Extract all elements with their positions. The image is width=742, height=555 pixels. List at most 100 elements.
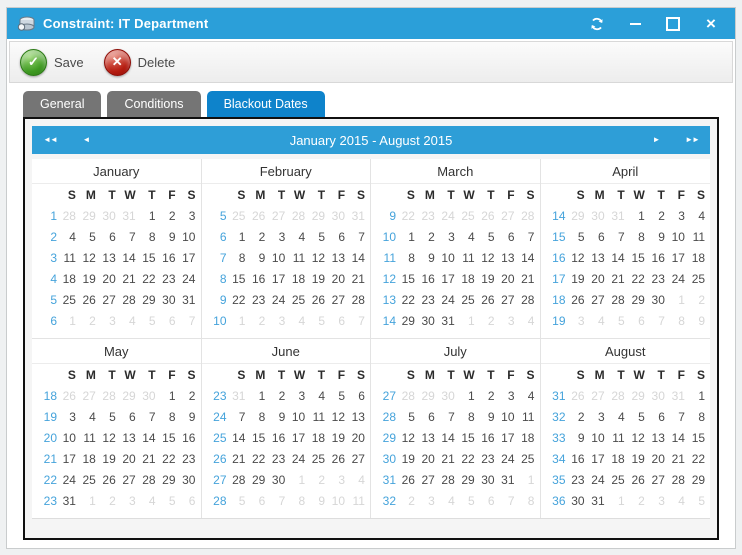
day-cell[interactable]: 6 <box>159 311 179 332</box>
day-cell[interactable]: 1 <box>458 311 478 332</box>
day-cell[interactable]: 23 <box>268 449 288 470</box>
day-cell[interactable]: 15 <box>159 428 179 449</box>
day-cell[interactable]: 28 <box>668 470 688 491</box>
day-cell[interactable]: 22 <box>398 206 418 227</box>
day-cell[interactable]: 4 <box>458 227 478 248</box>
day-cell[interactable]: 17 <box>498 428 518 449</box>
day-cell[interactable]: 4 <box>59 227 79 248</box>
day-cell[interactable]: 25 <box>458 290 478 311</box>
day-cell[interactable]: 17 <box>288 428 308 449</box>
day-cell[interactable]: 23 <box>159 269 179 290</box>
day-cell[interactable]: 6 <box>99 227 119 248</box>
day-cell[interactable]: 5 <box>398 407 418 428</box>
day-cell[interactable]: 14 <box>139 428 159 449</box>
day-cell[interactable]: 3 <box>59 407 79 428</box>
day-cell[interactable]: 21 <box>139 449 159 470</box>
day-cell[interactable]: 16 <box>268 428 288 449</box>
day-cell[interactable]: 31 <box>438 311 458 332</box>
day-cell[interactable]: 7 <box>179 311 199 332</box>
day-cell[interactable]: 30 <box>418 311 438 332</box>
day-cell[interactable]: 29 <box>79 206 99 227</box>
day-cell[interactable]: 28 <box>59 206 79 227</box>
day-cell[interactable]: 24 <box>668 269 688 290</box>
day-cell[interactable]: 26 <box>478 290 498 311</box>
day-cell[interactable]: 6 <box>498 227 518 248</box>
day-cell[interactable]: 8 <box>518 491 538 512</box>
day-cell[interactable]: 27 <box>498 206 518 227</box>
day-cell[interactable]: 30 <box>99 206 119 227</box>
day-cell[interactable]: 31 <box>498 470 518 491</box>
day-cell[interactable]: 7 <box>518 227 538 248</box>
day-cell[interactable]: 1 <box>668 290 688 311</box>
day-cell[interactable]: 6 <box>248 491 268 512</box>
day-cell[interactable]: 25 <box>229 206 249 227</box>
day-cell[interactable]: 10 <box>59 428 79 449</box>
day-cell[interactable]: 31 <box>588 491 608 512</box>
day-cell[interactable]: 5 <box>159 491 179 512</box>
day-cell[interactable]: 5 <box>99 407 119 428</box>
day-cell[interactable]: 27 <box>588 290 608 311</box>
day-cell[interactable]: 12 <box>568 248 588 269</box>
day-cell[interactable]: 4 <box>518 386 538 407</box>
day-cell[interactable]: 27 <box>119 470 139 491</box>
day-cell[interactable]: 8 <box>398 248 418 269</box>
day-cell[interactable]: 22 <box>458 449 478 470</box>
day-cell[interactable]: 28 <box>518 290 538 311</box>
day-cell[interactable]: 28 <box>119 290 139 311</box>
day-cell[interactable]: 1 <box>248 386 268 407</box>
day-cell[interactable]: 9 <box>688 311 708 332</box>
day-cell[interactable]: 10 <box>438 248 458 269</box>
day-cell[interactable]: 25 <box>308 449 328 470</box>
day-cell[interactable]: 6 <box>328 311 348 332</box>
day-cell[interactable]: 6 <box>418 407 438 428</box>
day-cell[interactable]: 16 <box>248 269 268 290</box>
day-cell[interactable]: 23 <box>568 470 588 491</box>
day-cell[interactable]: 14 <box>668 428 688 449</box>
day-cell[interactable]: 9 <box>179 407 199 428</box>
day-cell[interactable]: 15 <box>628 248 648 269</box>
day-cell[interactable]: 5 <box>229 491 249 512</box>
day-cell[interactable]: 8 <box>248 407 268 428</box>
day-cell[interactable]: 3 <box>99 311 119 332</box>
day-cell[interactable]: 6 <box>478 491 498 512</box>
day-cell[interactable]: 12 <box>628 428 648 449</box>
day-cell[interactable]: 13 <box>418 428 438 449</box>
day-cell[interactable]: 9 <box>159 227 179 248</box>
day-cell[interactable]: 26 <box>568 386 588 407</box>
day-cell[interactable]: 22 <box>248 449 268 470</box>
day-cell[interactable]: 9 <box>648 227 668 248</box>
day-cell[interactable]: 7 <box>668 407 688 428</box>
day-cell[interactable]: 29 <box>398 311 418 332</box>
day-cell[interactable]: 3 <box>568 311 588 332</box>
day-cell[interactable]: 9 <box>478 407 498 428</box>
day-cell[interactable]: 14 <box>518 248 538 269</box>
day-cell[interactable]: 3 <box>288 386 308 407</box>
save-button[interactable]: ✓ Save <box>20 49 84 76</box>
day-cell[interactable]: 12 <box>398 428 418 449</box>
day-cell[interactable]: 19 <box>308 269 328 290</box>
day-cell[interactable]: 9 <box>248 248 268 269</box>
day-cell[interactable]: 3 <box>668 206 688 227</box>
day-cell[interactable]: 29 <box>568 206 588 227</box>
day-cell[interactable]: 6 <box>179 491 199 512</box>
day-cell[interactable]: 15 <box>139 248 159 269</box>
day-cell[interactable]: 22 <box>139 269 159 290</box>
day-cell[interactable]: 4 <box>608 407 628 428</box>
day-cell[interactable]: 1 <box>139 206 159 227</box>
day-cell[interactable]: 4 <box>308 386 328 407</box>
day-cell[interactable]: 14 <box>119 248 139 269</box>
day-cell[interactable]: 18 <box>308 428 328 449</box>
day-cell[interactable]: 22 <box>229 290 249 311</box>
day-cell[interactable]: 26 <box>248 206 268 227</box>
day-cell[interactable]: 19 <box>328 428 348 449</box>
day-cell[interactable]: 7 <box>348 227 368 248</box>
day-cell[interactable]: 15 <box>458 428 478 449</box>
day-cell[interactable]: 4 <box>119 311 139 332</box>
day-cell[interactable]: 2 <box>478 386 498 407</box>
day-cell[interactable]: 24 <box>498 449 518 470</box>
day-cell[interactable]: 7 <box>438 407 458 428</box>
day-cell[interactable]: 8 <box>628 227 648 248</box>
day-cell[interactable]: 3 <box>648 491 668 512</box>
refresh-icon[interactable] <box>589 16 605 32</box>
day-cell[interactable]: 1 <box>688 386 708 407</box>
